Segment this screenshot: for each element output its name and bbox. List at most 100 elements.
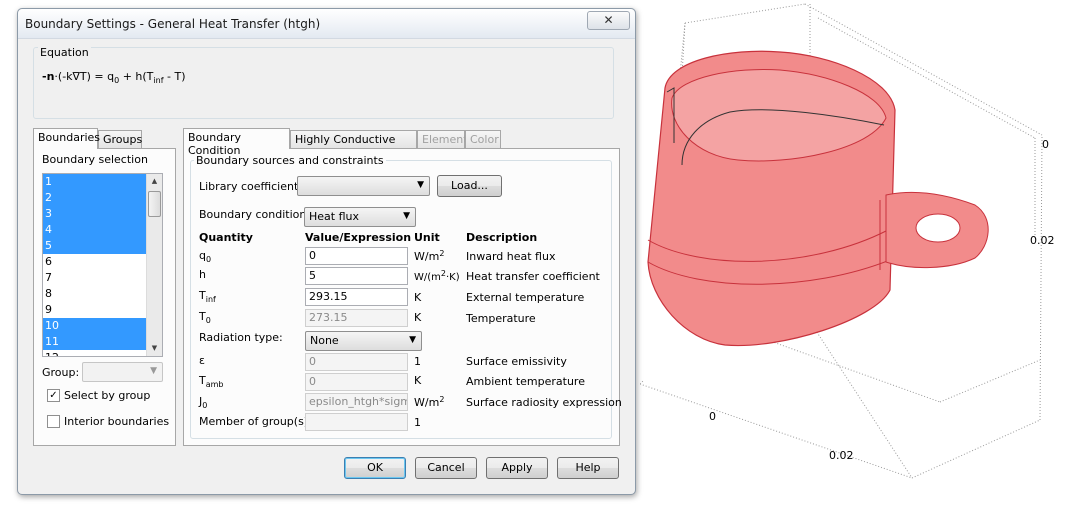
member-of-groups-label: Member of group(s): — [199, 415, 312, 428]
equation-group-label: Equation — [38, 46, 91, 59]
chevron-down-icon: ▼ — [403, 211, 410, 221]
j0-input[interactable]: epsilon_htgh*sigma_ — [305, 393, 408, 411]
unit-tinf: K — [414, 291, 422, 304]
tab-boundary-condition[interactable]: Boundary Condition — [183, 128, 290, 157]
list-item[interactable]: 10 — [43, 318, 147, 334]
ok-button-label: OK — [367, 461, 383, 474]
apply-button-label: Apply — [501, 461, 533, 474]
desc-tinf: External temperature — [466, 291, 585, 304]
list-item[interactable]: 1 — [43, 174, 147, 190]
interior-boundaries-label: Interior boundaries — [64, 415, 170, 428]
list-item[interactable]: 2 — [43, 190, 147, 206]
load-button[interactable]: Load... — [437, 175, 502, 197]
boundary-selection-label: Boundary selection — [42, 153, 148, 166]
library-coefficient-combo[interactable]: ▼ — [297, 176, 430, 196]
quantity-t0: T0 — [199, 310, 211, 325]
unit-q0: W/m2 — [414, 249, 445, 263]
tamb-input[interactable]: 0 — [305, 373, 408, 391]
list-item[interactable]: 6 — [43, 254, 147, 270]
list-item[interactable]: 4 — [43, 222, 147, 238]
t0-input[interactable]: 273.15 — [305, 309, 408, 327]
scroll-thumb[interactable] — [148, 191, 161, 217]
library-coefficient-label: Library coefficient: — [199, 180, 303, 193]
list-item[interactable]: 5 — [43, 238, 147, 254]
boundary-list[interactable]: 123456789101112 ▲ ▼ — [42, 173, 163, 357]
unit-h: W/(m2·K) — [414, 269, 460, 283]
tinf-input[interactable]: 293.15 — [305, 288, 408, 306]
quantity-q0: q0 — [199, 249, 212, 264]
close-button[interactable]: ✕ — [587, 11, 630, 30]
tab-color-label: Color — [470, 133, 499, 146]
chevron-down-icon: ▼ — [409, 335, 416, 345]
boundary-condition-combo[interactable]: Heat flux ▼ — [304, 207, 416, 227]
desc-tamb: Ambient temperature — [466, 375, 585, 388]
member-of-groups-input[interactable] — [305, 413, 408, 431]
load-button-label: Load... — [451, 179, 488, 192]
col-quantity: Quantity — [199, 231, 253, 244]
apply-button[interactable]: Apply — [486, 457, 548, 479]
select-by-group-checkbox[interactable]: ✓ — [47, 389, 60, 402]
tab-boundaries[interactable]: Boundaries — [33, 128, 101, 149]
cancel-button[interactable]: Cancel — [415, 457, 477, 479]
quantity-j0: J0 — [199, 395, 208, 410]
axis-tick-label: 0.02 — [1030, 234, 1055, 247]
group-combo[interactable]: ▼ — [82, 362, 163, 382]
help-button-label: Help — [575, 461, 601, 474]
desc-q0: Inward heat flux — [466, 250, 556, 263]
equation-formula: -n·(-k∇T) = q0 + h(Tinf - T) — [42, 70, 186, 85]
interior-boundaries-checkbox[interactable] — [47, 415, 60, 428]
cup-body — [647, 50, 989, 347]
radiation-type-label: Radiation type: — [199, 331, 283, 344]
radiation-type-value: None — [310, 334, 339, 347]
list-item[interactable]: 12 — [43, 350, 147, 356]
list-item[interactable]: 9 — [43, 302, 147, 318]
quantity-epsilon: ε — [199, 354, 205, 367]
list-item[interactable]: 11 — [43, 334, 147, 350]
quantity-tamb: Tamb — [199, 374, 224, 389]
scroll-up-icon[interactable]: ▲ — [147, 174, 162, 189]
col-description: Description — [466, 231, 538, 244]
list-scrollbar[interactable]: ▲ ▼ — [146, 174, 162, 356]
help-button[interactable]: Help — [557, 457, 619, 479]
scroll-down-icon[interactable]: ▼ — [147, 341, 162, 356]
col-value: Value/Expression — [305, 231, 412, 244]
geometry-3d-view[interactable] — [640, 0, 1070, 515]
axis-tick-label: 0 — [709, 410, 716, 423]
tab-groups-label: Groups — [103, 133, 143, 146]
desc-j0: Surface radiosity expression — [466, 396, 622, 409]
unit-member: 1 — [414, 416, 421, 429]
boundary-condition-value: Heat flux — [309, 210, 359, 223]
list-item[interactable]: 7 — [43, 270, 147, 286]
h-input[interactable]: 5 — [305, 267, 408, 285]
list-item[interactable]: 8 — [43, 286, 147, 302]
list-item[interactable]: 3 — [43, 206, 147, 222]
group-label: Group: — [42, 366, 80, 379]
tab-groups[interactable]: Groups — [98, 130, 142, 149]
ok-button[interactable]: OK — [344, 457, 406, 479]
radiation-type-combo[interactable]: None ▼ — [305, 331, 422, 351]
close-icon: ✕ — [603, 13, 614, 27]
axis-tick-label: 0.02 — [829, 449, 854, 462]
tab-element[interactable]: Element — [417, 130, 468, 149]
chevron-down-icon: ▼ — [417, 180, 424, 190]
col-unit: Unit — [414, 231, 440, 244]
tab-boundaries-label: Boundaries — [38, 131, 101, 144]
epsilon-input[interactable]: 0 — [305, 353, 408, 371]
unit-tamb: K — [414, 374, 422, 387]
boundary-condition-label: Boundary condition: — [199, 208, 311, 221]
check-icon: ✓ — [49, 390, 58, 401]
desc-t0: Temperature — [466, 312, 536, 325]
tab-highly-conductive-layer[interactable]: Highly Conductive Layer — [290, 130, 417, 159]
chevron-down-icon: ▼ — [150, 366, 157, 376]
title-bar[interactable]: Boundary Settings - General Heat Transfe… — [18, 9, 635, 39]
desc-h: Heat transfer coefficient — [466, 270, 600, 283]
cancel-button-label: Cancel — [427, 461, 465, 474]
window-title: Boundary Settings - General Heat Transfe… — [25, 17, 321, 31]
quantity-tinf: Tinf — [199, 289, 216, 304]
unit-epsilon: 1 — [414, 355, 421, 368]
q0-input[interactable]: 0 — [305, 247, 408, 265]
unit-t0: K — [414, 311, 422, 324]
tab-boundary-condition-label: Boundary Condition — [188, 131, 241, 157]
desc-epsilon: Surface emissivity — [466, 355, 567, 368]
tab-color[interactable]: Color — [465, 130, 501, 149]
